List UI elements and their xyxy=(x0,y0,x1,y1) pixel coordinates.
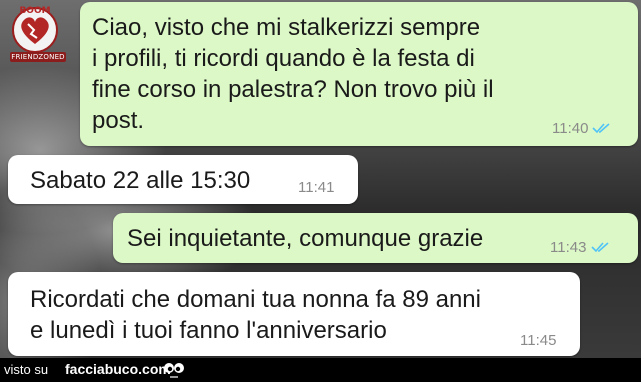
message-time: 11:40 xyxy=(552,120,589,137)
logo-banner: FRIENDZONED xyxy=(10,52,66,62)
message-text: Sabato 22 alle 15:30 xyxy=(30,167,251,194)
message-text: Ricordati che domani tua nonna fa 89 ann… xyxy=(30,286,481,344)
double-check-icon xyxy=(592,123,610,134)
footer-bar: visto su facciabuco.com xyxy=(0,358,641,382)
double-check-icon xyxy=(591,242,609,253)
friendzoned-logo: BOOM FRIENDZONED xyxy=(4,4,66,62)
message-time: 11:43 xyxy=(550,239,587,256)
footer-site-link[interactable]: facciabuco.com xyxy=(65,361,171,377)
message-incoming[interactable]: Sabato 22 alle 15:30 11:41 xyxy=(8,155,358,204)
message-incoming[interactable]: Ricordati che domani tua nonna fa 89 ann… xyxy=(8,272,580,356)
message-time: 11:45 xyxy=(520,332,557,349)
message-time: 11:41 xyxy=(298,179,335,196)
footer-prefix: visto su xyxy=(4,362,49,377)
message-text: Ciao, visto che mi stalkerizzi sempre i … xyxy=(92,14,494,134)
eyes-icon xyxy=(164,363,184,378)
message-outgoing[interactable]: Sei inquietante, comunque grazie 11:43 xyxy=(113,213,638,263)
message-outgoing[interactable]: Ciao, visto che mi stalkerizzi sempre i … xyxy=(80,2,638,146)
message-text: Sei inquietante, comunque grazie xyxy=(127,225,484,252)
logo-top-text: BOOM xyxy=(19,6,50,16)
